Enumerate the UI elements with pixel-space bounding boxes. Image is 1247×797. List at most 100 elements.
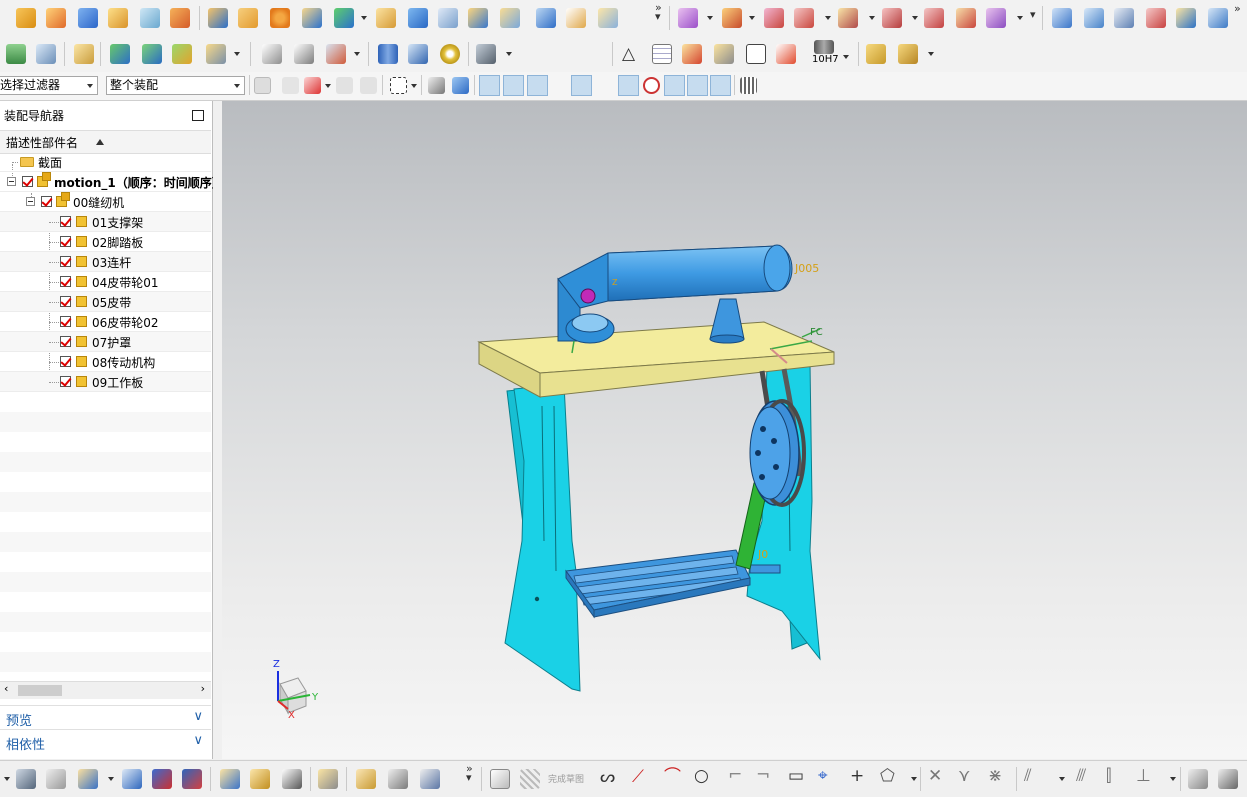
- more-chevron-icon[interactable]: » ▾: [655, 2, 662, 22]
- offset-curve-icon[interactable]: ⫽: [1024, 766, 1032, 786]
- chevron-down-icon[interactable]: [108, 777, 114, 781]
- select-faces-icon[interactable]: [428, 77, 445, 94]
- scroll-right-icon[interactable]: ›: [201, 682, 205, 695]
- sketch-plane-icon[interactable]: [598, 8, 618, 28]
- tube-icon[interactable]: [388, 769, 408, 789]
- quick-extend-icon[interactable]: ⋎: [958, 766, 970, 786]
- offset-icon[interactable]: [282, 769, 302, 789]
- offset-face-icon[interactable]: [438, 8, 458, 28]
- trim-body-icon[interactable]: [376, 8, 396, 28]
- chevron-down-icon[interactable]: [1017, 16, 1023, 20]
- cylinder-spring-icon[interactable]: [378, 44, 398, 64]
- mirror-assembly-icon[interactable]: [838, 8, 858, 28]
- horizontal-scrollbar[interactable]: ‹ ›: [0, 681, 211, 699]
- more-chevron-icon[interactable]: ▾: [1030, 9, 1036, 20]
- snap-control-point-icon[interactable]: [552, 77, 569, 94]
- selection-scope-select[interactable]: 整个装配: [106, 76, 245, 95]
- checkbox-icon[interactable]: [60, 216, 71, 227]
- assembly-filter-icon[interactable]: [254, 77, 271, 94]
- rectangle-icon[interactable]: ▭: [788, 766, 804, 786]
- sticky-note-icon[interactable]: [74, 44, 94, 64]
- snap-quadrant-button[interactable]: [618, 75, 639, 96]
- new-component-icon[interactable]: [722, 8, 742, 28]
- thicken-icon[interactable]: [468, 8, 488, 28]
- more-chevron-icon[interactable]: » ▾: [466, 763, 473, 783]
- snap-circle-icon[interactable]: [643, 77, 660, 94]
- edge-blend-icon[interactable]: [140, 8, 160, 28]
- chevron-down-icon[interactable]: [325, 84, 331, 88]
- quick-pick-icon[interactable]: [740, 77, 757, 94]
- quick-trim-icon[interactable]: ✕: [928, 766, 942, 786]
- checkbox-icon[interactable]: [60, 356, 71, 367]
- tree-item-assembly[interactable]: 00缝纫机: [0, 192, 211, 212]
- chevron-down-icon[interactable]: [354, 52, 360, 56]
- snap-arc-center-icon[interactable]: [597, 77, 614, 94]
- collapse-icon[interactable]: [7, 177, 16, 186]
- exploded-view-icon[interactable]: [986, 8, 1006, 28]
- chevron-down-icon[interactable]: [4, 777, 10, 781]
- scroll-left-icon[interactable]: ‹: [4, 682, 8, 695]
- checkbox-icon[interactable]: [60, 296, 71, 307]
- feature-selection-icon[interactable]: [304, 77, 321, 94]
- curve-rule-icon[interactable]: [336, 77, 353, 94]
- chevron-down-icon[interactable]: [749, 16, 755, 20]
- subtract-icon[interactable]: [302, 8, 322, 28]
- move-component-icon[interactable]: [882, 8, 902, 28]
- note-icon[interactable]: [746, 44, 766, 64]
- tree-item-part[interactable]: 04皮带轮01: [0, 272, 211, 292]
- checkbox-icon[interactable]: [41, 196, 52, 207]
- component-selection-icon[interactable]: [282, 77, 299, 94]
- triangle-icon[interactable]: △: [622, 44, 635, 64]
- synchronous-icon[interactable]: [536, 8, 556, 28]
- collapse-icon[interactable]: [26, 197, 35, 206]
- move-icon[interactable]: [122, 769, 142, 789]
- more-chevron-icon[interactable]: »: [1234, 3, 1241, 14]
- draft-icon[interactable]: [408, 8, 428, 28]
- through-curves-icon[interactable]: [1052, 8, 1072, 28]
- type-filter-select[interactable]: 选择过滤器: [0, 76, 98, 95]
- checkbox-icon[interactable]: [60, 276, 71, 287]
- face-rule-icon[interactable]: [360, 77, 377, 94]
- replace-component-icon[interactable]: [794, 8, 814, 28]
- finish-sketch-label[interactable]: 完成草图: [548, 772, 584, 785]
- mirror-curve-icon[interactable]: ⫿: [1106, 766, 1111, 786]
- circle-icon[interactable]: ○: [694, 766, 709, 786]
- rapid-dimension-icon[interactable]: [1218, 769, 1238, 789]
- rectangle-select-icon[interactable]: [390, 77, 407, 94]
- snap-point-on-face-button[interactable]: [710, 75, 731, 96]
- panel-splitter[interactable]: [213, 101, 222, 759]
- geometric-constraints-icon[interactable]: [1188, 769, 1208, 789]
- layer-copy-icon[interactable]: [36, 44, 56, 64]
- layer-settings-icon[interactable]: [6, 44, 26, 64]
- n-sided-surface-icon[interactable]: [1176, 8, 1196, 28]
- interpart-link-icon[interactable]: [172, 44, 192, 64]
- pattern-curve-icon[interactable]: ⫻: [1076, 766, 1086, 786]
- tree-item-part[interactable]: 07护罩: [0, 332, 211, 352]
- pattern-array-icon[interactable]: [270, 8, 290, 28]
- chevron-down-icon[interactable]: [928, 52, 934, 56]
- scrollbar-thumb[interactable]: [18, 685, 62, 696]
- hole-icon[interactable]: [78, 8, 98, 28]
- bounded-plane-icon[interactable]: [1146, 8, 1166, 28]
- measure-body-icon[interactable]: [318, 769, 338, 789]
- line-icon[interactable]: ⟋: [632, 767, 644, 787]
- column-header[interactable]: 描述性部件名: [0, 130, 211, 154]
- curve-length-icon[interactable]: [326, 44, 346, 64]
- tree-item-part[interactable]: 02脚踏板: [0, 232, 211, 252]
- intersection-point-icon[interactable]: ⊥: [1136, 766, 1151, 786]
- snap-end-point-button[interactable]: [503, 75, 524, 96]
- preview-panel-header[interactable]: 预览 ∨: [0, 705, 211, 729]
- chamfer-icon[interactable]: [170, 8, 190, 28]
- add-component-icon[interactable]: [678, 8, 698, 28]
- checkbox-icon[interactable]: [22, 176, 33, 187]
- make-corner-icon[interactable]: ⋇: [988, 766, 1002, 786]
- intersect-icon[interactable]: [334, 8, 354, 28]
- pmi-part-icon[interactable]: [898, 44, 918, 64]
- chevron-down-icon[interactable]: [506, 52, 512, 56]
- checkbox-icon[interactable]: [60, 376, 71, 387]
- tree-item-part[interactable]: 08传动机构: [0, 352, 211, 372]
- pmi-assembly-icon[interactable]: [866, 44, 886, 64]
- chevron-down-icon[interactable]: [707, 16, 713, 20]
- chevron-down-icon[interactable]: [361, 16, 367, 20]
- pattern-feature-icon[interactable]: [208, 8, 228, 28]
